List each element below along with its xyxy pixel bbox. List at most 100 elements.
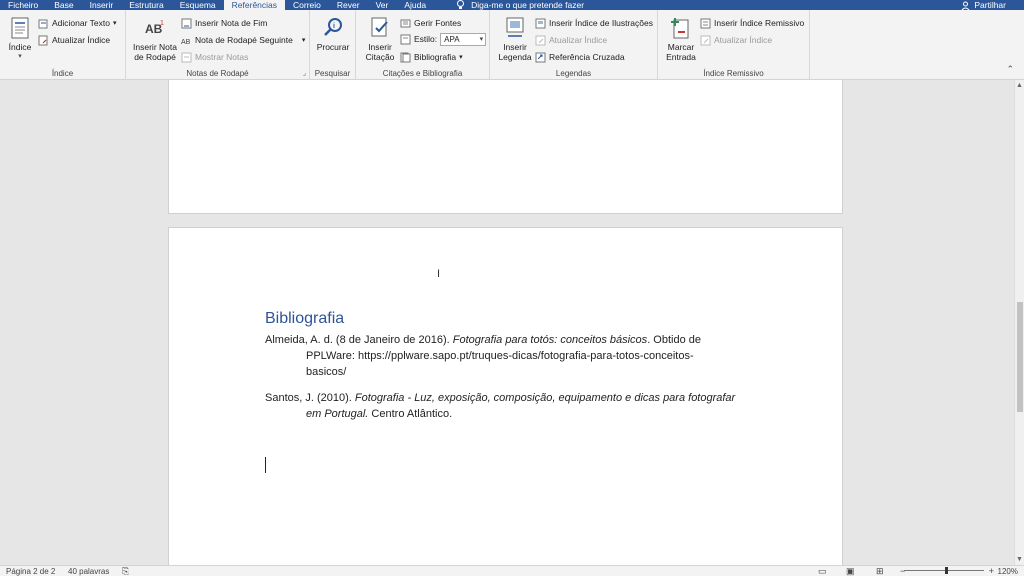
tab-inserir[interactable]: Inserir <box>82 0 122 10</box>
group-remissivo: Marcar Entrada Inserir Índice Remissivo … <box>658 10 810 80</box>
tab-estrutura[interactable]: Estrutura <box>121 0 172 10</box>
group-label-indice: Índice <box>51 69 74 78</box>
scroll-down-icon[interactable]: ▼ <box>1016 556 1023 563</box>
search-button[interactable]: i Procurar <box>315 16 351 52</box>
tell-me-search[interactable]: Diga-me o que pretende fazer <box>434 0 584 10</box>
insert-footnote-line1: Inserir Nota <box>133 42 177 52</box>
web-layout-icon[interactable]: ⊞ <box>876 566 884 576</box>
insert-citation-line1: Inserir <box>368 42 392 52</box>
group-label-citacoes: Citações e Bibliografia <box>382 69 463 78</box>
tab-ver[interactable]: Ver <box>368 0 397 10</box>
share-label: Partilhar <box>974 0 1006 10</box>
svg-text:AB: AB <box>181 39 191 46</box>
manage-sources-icon <box>400 19 411 27</box>
table-of-figures-icon <box>535 18 546 28</box>
document-area[interactable]: I Bibliografia Almeida, A. d. (8 de Jane… <box>0 80 1014 565</box>
group-pesquisar: i Procurar Pesquisar <box>310 10 356 80</box>
footnote-icon: AB1 <box>145 20 164 36</box>
dialog-launcher-icon[interactable]: ⌟ <box>303 69 306 77</box>
zoom-out-icon[interactable]: − <box>900 566 905 576</box>
insert-citation-button[interactable]: Inserir Citação <box>360 16 400 62</box>
next-footnote-button[interactable]: AB Nota de Rodapé Seguinte ▾ <box>181 33 305 47</box>
style-select[interactable]: APA ▾ <box>440 32 487 46</box>
insert-table-of-figures-button[interactable]: Inserir Índice de Ilustrações <box>535 16 653 30</box>
manage-sources-label: Gerir Fontes <box>414 18 462 28</box>
status-bar: Página 2 de 2 40 palavras ⎘ ▭ ▣ ⊞ − + 12… <box>0 565 1024 576</box>
page-1[interactable] <box>168 80 843 214</box>
update-table-button[interactable]: Atualizar Índice <box>535 33 607 47</box>
mark-entry-line2: Entrada <box>666 52 696 62</box>
zoom-slider-thumb[interactable] <box>945 567 948 574</box>
update-toc-button[interactable]: Atualizar Índice <box>38 33 110 47</box>
collapse-ribbon-icon[interactable]: ⌃ <box>1006 64 1014 75</box>
vertical-scrollbar[interactable]: ▲ ▼ <box>1014 80 1024 565</box>
tab-base[interactable]: Base <box>46 0 81 10</box>
show-notes-label: Mostrar Notas <box>195 52 249 62</box>
next-footnote-label: Nota de Rodapé Seguinte <box>195 35 293 45</box>
ref2-title-line2: em Portugal. <box>306 408 369 420</box>
insert-endnote-button[interactable]: Inserir Nota de Fim <box>181 16 267 30</box>
mark-entry-button[interactable]: Marcar Entrada <box>663 16 699 62</box>
manage-sources-button[interactable]: Gerir Fontes <box>400 16 461 30</box>
update-index-button[interactable]: Atualizar Índice <box>700 33 772 47</box>
lightbulb-icon <box>457 0 465 9</box>
scroll-up-icon[interactable]: ▲ <box>1016 82 1023 89</box>
svg-text:i: i <box>333 23 335 30</box>
chevron-down-icon: ▾ <box>301 37 306 44</box>
table-of-contents-icon <box>11 17 29 39</box>
insert-footnote-line2: de Rodapé <box>134 52 176 62</box>
update-index-label: Atualizar Índice <box>714 35 773 45</box>
style-icon <box>400 34 411 44</box>
ibeam-cursor-icon: I <box>437 268 441 280</box>
ref2-authors: Santos, J. (2010). <box>265 392 355 404</box>
style-select-value: APA <box>444 34 460 44</box>
bibliography-heading[interactable]: Bibliografia <box>265 310 344 328</box>
chevron-down-icon: ▾ <box>459 54 463 61</box>
page-2[interactable]: I Bibliografia Almeida, A. d. (8 de Jane… <box>168 227 843 565</box>
scrollbar-thumb[interactable] <box>1017 302 1023 412</box>
share-button[interactable]: Partilhar <box>961 0 1006 10</box>
insert-index-button[interactable]: Inserir Índice Remissivo <box>700 16 804 30</box>
tab-ajuda[interactable]: Ajuda <box>396 0 434 10</box>
tab-referencias[interactable]: Referências <box>223 0 286 10</box>
tab-rever[interactable]: Rever <box>329 0 368 10</box>
zoom-level[interactable]: 120% <box>998 567 1018 576</box>
tab-ficheiro[interactable]: Ficheiro <box>0 0 46 10</box>
print-layout-icon[interactable]: ▣ <box>846 566 855 576</box>
cross-reference-button[interactable]: Referência Cruzada <box>535 50 625 64</box>
toc-button[interactable]: Índice ▾ <box>6 16 34 62</box>
read-mode-icon[interactable]: ▭ <box>818 566 827 576</box>
update-toc-label: Atualizar Índice <box>52 35 111 45</box>
proofing-icon[interactable]: ⎘ <box>122 566 129 576</box>
add-text-button[interactable]: Adicionar Texto ▾ <box>38 16 116 30</box>
style-label: Estilo: <box>414 34 438 44</box>
group-label-pesquisar: Pesquisar <box>314 69 351 78</box>
ribbon-tab-bar: Ficheiro Base Inserir Estrutura Esquema … <box>0 0 1024 10</box>
cross-reference-icon <box>535 52 546 62</box>
group-notas: AB 1 Inserir Nota de Rodapé Inserir Nota … <box>126 10 310 80</box>
cross-reference-label: Referência Cruzada <box>549 52 625 62</box>
page-count[interactable]: Página 2 de 2 <box>6 567 55 576</box>
insert-footnote-button[interactable]: AB 1 Inserir Nota de Rodapé <box>131 16 179 62</box>
word-count[interactable]: 40 palavras <box>68 567 109 576</box>
zoom-slider[interactable] <box>904 570 984 571</box>
bibliography-button[interactable]: Bibliografia ▾ <box>400 50 463 64</box>
tab-correio[interactable]: Correio <box>285 0 329 10</box>
bibliography-entry[interactable]: Santos, J. (2010). Fotografia - Luz, exp… <box>265 390 765 422</box>
svg-text:1: 1 <box>160 20 164 27</box>
style-row: Estilo: APA ▾ <box>400 32 487 46</box>
search-icon: i <box>324 18 342 36</box>
insert-caption-button[interactable]: Inserir Legenda <box>495 16 535 62</box>
tab-esquema[interactable]: Esquema <box>172 0 224 10</box>
tell-me-text: Diga-me o que pretende fazer <box>471 0 585 10</box>
bibliography-entry[interactable]: Almeida, A. d. (8 de Janeiro de 2016). F… <box>265 332 765 380</box>
zoom-in-icon[interactable]: + <box>989 566 994 576</box>
mark-entry-icon <box>671 18 689 39</box>
show-notes-button[interactable]: Mostrar Notas <box>181 50 248 64</box>
toc-button-label: Índice <box>8 42 32 52</box>
insert-index-label: Inserir Índice Remissivo <box>714 18 805 28</box>
insert-endnote-label: Inserir Nota de Fim <box>195 18 268 28</box>
mark-entry-line1: Marcar <box>667 42 695 52</box>
ribbon: Índice ▾ Adicionar Texto ▾ Atualizar Índ… <box>0 10 1024 80</box>
caption-icon <box>506 17 524 37</box>
